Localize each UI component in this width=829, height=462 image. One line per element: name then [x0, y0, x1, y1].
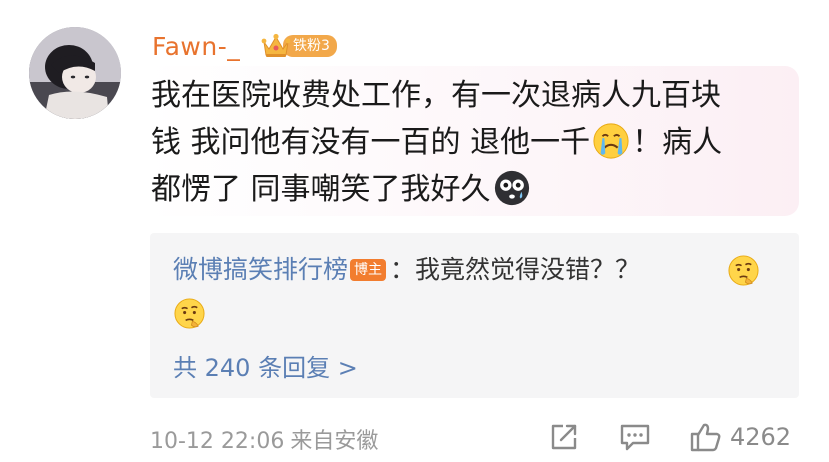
comment-meta: 10-12 22:06 来自安徽: [150, 423, 378, 455]
comment-line-2-text-a: 钱 我问他有没有一百的 退他一千: [151, 125, 591, 160]
share-icon: [549, 422, 579, 452]
share-button[interactable]: [549, 420, 579, 454]
thumbs-up-icon: [689, 421, 723, 453]
reply-author[interactable]: 微博搞笑排行榜: [173, 255, 348, 284]
like-button[interactable]: 4262: [689, 420, 791, 454]
comment-text[interactable]: 我在医院收费处工作，有一次退病人九百块 钱 我问他有没有一百的 退他一千 ！病人…: [151, 72, 791, 213]
thinking-face-emoji: [173, 297, 206, 330]
comment-line-2: 钱 我问他有没有一百的 退他一千 ！病人: [151, 119, 791, 166]
user-avatar[interactable]: [29, 27, 121, 119]
crown-icon: [261, 33, 291, 59]
location: 来自安徽: [290, 429, 379, 454]
shocked-face-emoji: [493, 169, 531, 207]
fan-level-badge[interactable]: 铁粉3: [261, 33, 337, 59]
crying-face-emoji: [592, 122, 630, 160]
comment-line-3: 都愣了 同事嘲笑了我好久: [151, 166, 791, 213]
comment-button[interactable]: [618, 420, 652, 454]
comment-line-3-text: 都愣了 同事嘲笑了我好久: [151, 172, 491, 207]
reply-line: 微博搞笑排行榜 博主 ：我竟然觉得没错？？: [173, 252, 640, 288]
view-replies-link[interactable]: 共 240 条回复 >: [173, 348, 358, 383]
comment-line-1: 我在医院收费处工作，有一次退病人九百块: [151, 78, 721, 113]
username[interactable]: Fawn-_: [152, 32, 240, 61]
comment-line-2-text-b: ！病人: [632, 125, 723, 160]
like-count: 4262: [730, 423, 792, 451]
comment-icon: [618, 422, 652, 452]
thinking-face-emoji: [727, 254, 760, 287]
fan-badge-label: 铁粉3: [283, 35, 337, 57]
blogger-badge: 博主: [350, 259, 387, 281]
timestamp: 10-12 22:06: [150, 429, 285, 454]
reply-text: ：我竟然觉得没错？？: [390, 255, 641, 284]
